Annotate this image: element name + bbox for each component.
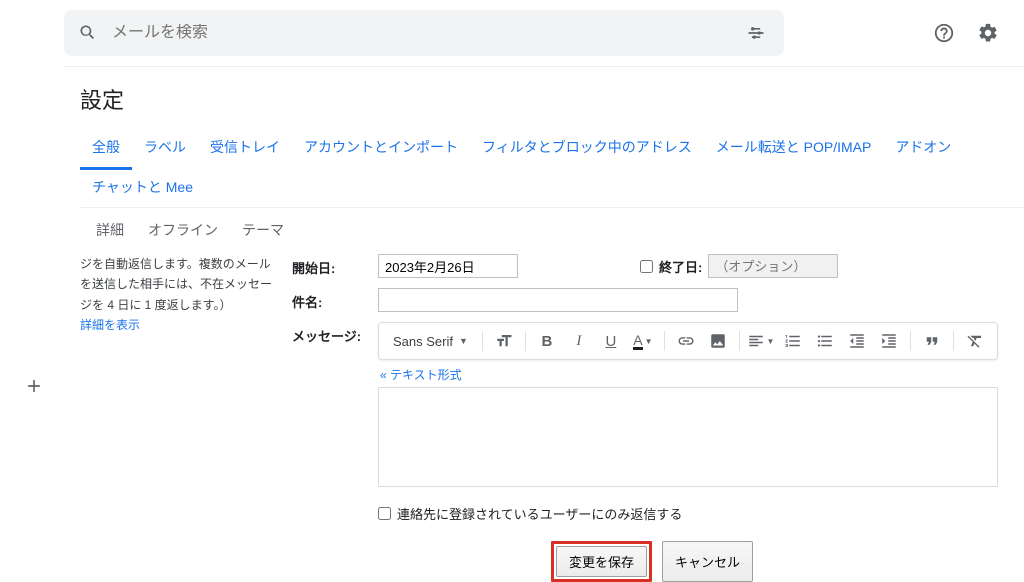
end-date-input <box>708 254 838 278</box>
search-box[interactable] <box>64 10 784 56</box>
end-date-label: 終了日: <box>659 257 702 276</box>
settings-panel: 設定 全般 ラベル 受信トレイ アカウントとインポート フィルタとブロック中のア… <box>64 66 1024 582</box>
text-color-icon[interactable]: A▼ <box>628 327 658 355</box>
settings-tabs: 全般 ラベル 受信トレイ アカウントとインポート フィルタとブロック中のアドレス… <box>80 129 1024 208</box>
tab-general[interactable]: 全般 <box>80 129 132 170</box>
font-name-label: Sans Serif <box>393 334 453 349</box>
link-icon[interactable] <box>671 327 701 355</box>
plain-text-link[interactable]: « テキスト形式 <box>380 366 462 383</box>
start-date-label: 開始日: <box>292 254 366 277</box>
help-icon[interactable] <box>924 13 964 53</box>
tab-themes[interactable]: テーマ <box>230 216 296 244</box>
underline-icon[interactable]: U <box>596 327 626 355</box>
font-family-select[interactable]: Sans Serif ▼ <box>385 327 476 355</box>
numbered-list-icon[interactable] <box>778 327 808 355</box>
page-title: 設定 <box>80 83 1024 115</box>
contacts-only-label: 連絡先に登録されているユーザーにのみ返信する <box>397 504 682 523</box>
bold-icon[interactable]: B <box>532 327 562 355</box>
message-label: メッセージ: <box>292 322 366 345</box>
search-icon <box>78 23 98 43</box>
rich-text-toolbar: Sans Serif ▼ B I U A▼ <box>378 322 998 360</box>
search-input[interactable] <box>112 24 742 42</box>
contacts-only-checkbox[interactable] <box>378 507 391 520</box>
message-textarea[interactable] <box>378 387 998 487</box>
top-bar <box>0 0 1024 66</box>
start-date-input[interactable] <box>378 254 518 278</box>
settings-tabs-row2: 詳細 オフライン テーマ <box>80 208 1024 254</box>
bullet-list-icon[interactable] <box>810 327 840 355</box>
tab-labels[interactable]: ラベル <box>132 129 198 169</box>
italic-icon[interactable]: I <box>564 327 594 355</box>
subject-input[interactable] <box>378 288 738 312</box>
indent-more-icon[interactable] <box>874 327 904 355</box>
subject-label: 件名: <box>292 288 366 311</box>
tab-inbox[interactable]: 受信トレイ <box>198 129 292 169</box>
font-size-icon[interactable] <box>489 327 519 355</box>
remove-format-icon[interactable] <box>960 327 990 355</box>
quote-icon[interactable] <box>917 327 947 355</box>
save-button[interactable]: 変更を保存 <box>556 546 647 577</box>
compose-button[interactable] <box>24 376 44 396</box>
tab-filters[interactable]: フィルタとブロック中のアドレス <box>470 129 704 169</box>
tab-chat[interactable]: チャットと Mee <box>80 169 205 207</box>
vacation-description: ジを自動返信します。複数のメールを送信した相手には、不在メッセージを 4 日に … <box>80 254 280 582</box>
tab-addons[interactable]: アドオン <box>883 129 963 169</box>
end-date-checkbox[interactable] <box>640 260 653 273</box>
settings-gear-icon[interactable] <box>968 13 1008 53</box>
show-more-link[interactable]: 詳細を表示 <box>80 318 140 332</box>
tab-advanced[interactable]: 詳細 <box>84 216 136 244</box>
vacation-desc-text: ジを自動返信します。複数のメールを送信した相手には、不在メッセージを 4 日に … <box>80 257 272 312</box>
tab-forwarding[interactable]: メール転送と POP/IMAP <box>704 129 884 169</box>
tab-offline[interactable]: オフライン <box>136 216 230 244</box>
search-options-icon[interactable] <box>742 19 770 47</box>
indent-less-icon[interactable] <box>842 327 872 355</box>
align-icon[interactable]: ▼ <box>746 327 776 355</box>
vacation-form: 開始日: 終了日: 件名: メッセージ: Sans Serif <box>292 254 1016 582</box>
tab-accounts[interactable]: アカウントとインポート <box>292 129 470 169</box>
chevron-down-icon: ▼ <box>459 336 468 346</box>
image-icon[interactable] <box>703 327 733 355</box>
